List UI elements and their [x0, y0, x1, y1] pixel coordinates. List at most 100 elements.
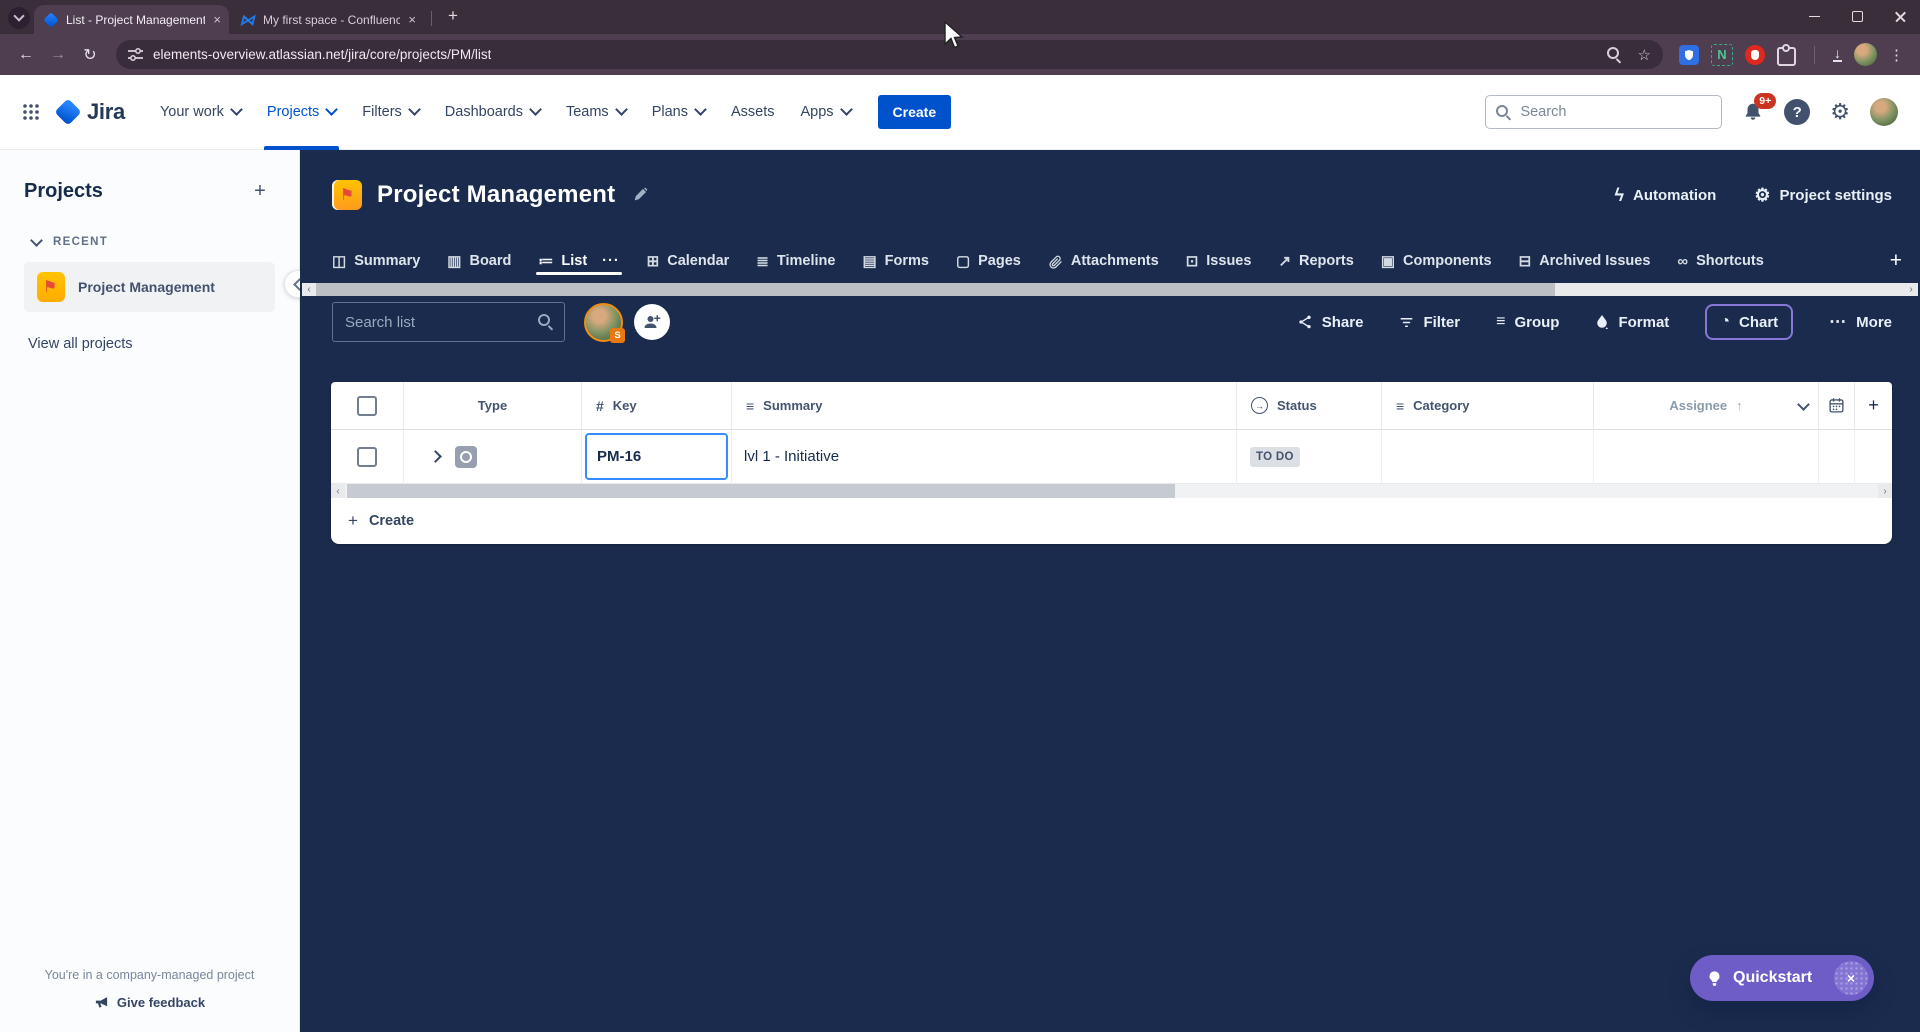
status-badge[interactable]: TO DO: [1250, 447, 1300, 467]
tab-issues[interactable]: ⊡Issues: [1186, 252, 1252, 270]
tab-forms[interactable]: ▤Forms: [862, 252, 929, 270]
app-switcher-icon[interactable]: [22, 103, 40, 121]
notion-extension-icon[interactable]: N: [1711, 44, 1733, 66]
row-status-cell[interactable]: TO DO: [1237, 430, 1382, 484]
search-list-input[interactable]: [332, 302, 565, 342]
tab-reports[interactable]: ↗Reports: [1278, 252, 1353, 270]
forward-icon[interactable]: →: [44, 41, 72, 69]
downloads-icon[interactable]: ↓: [1833, 47, 1842, 62]
back-icon[interactable]: ←: [12, 41, 40, 69]
close-window-icon[interactable]: [1895, 11, 1906, 22]
chevron-down-icon[interactable]: [1797, 398, 1810, 411]
scroll-left-icon[interactable]: ‹: [331, 484, 345, 498]
create-button[interactable]: Create: [878, 95, 952, 129]
browser-profile-avatar[interactable]: [1854, 43, 1877, 66]
row-select-cell[interactable]: [331, 430, 404, 484]
nav-item-apps[interactable]: Apps: [787, 75, 863, 150]
tab-attachments[interactable]: Attachments: [1048, 253, 1159, 269]
select-all-cell[interactable]: [331, 382, 404, 430]
automation-button[interactable]: ϟ Automation: [1614, 185, 1716, 206]
tab-timeline[interactable]: ≣Timeline: [756, 252, 835, 270]
format-button[interactable]: Format: [1595, 314, 1669, 331]
nav-item-teams[interactable]: Teams: [553, 75, 639, 150]
close-quickstart-icon[interactable]: ×: [1834, 961, 1868, 995]
add-column-button[interactable]: +: [1855, 382, 1892, 430]
row-category-cell[interactable]: [1382, 430, 1594, 484]
site-settings-icon[interactable]: [128, 48, 143, 61]
close-tab-icon[interactable]: ×: [213, 12, 221, 27]
group-button[interactable]: ≡ Group: [1496, 313, 1559, 331]
tab-components[interactable]: ▣Components: [1381, 252, 1492, 270]
tab-more-icon[interactable]: ···: [602, 253, 620, 269]
minimize-icon[interactable]: [1809, 16, 1820, 17]
bitwarden-icon[interactable]: [1679, 45, 1699, 65]
jira-logo[interactable]: Jira: [56, 99, 125, 125]
maximize-icon[interactable]: [1852, 11, 1863, 22]
tab-pages[interactable]: ▢Pages: [956, 252, 1021, 270]
browser-tab-confluence[interactable]: ⋈ My first space - Confluence ×: [229, 5, 424, 34]
column-header-key[interactable]: #Key: [582, 382, 732, 430]
row-dates-cell[interactable]: [1819, 430, 1855, 484]
adblock-icon[interactable]: [1745, 45, 1765, 65]
more-button[interactable]: ⋯ More: [1829, 312, 1892, 332]
view-all-projects-link[interactable]: View all projects: [24, 336, 275, 352]
create-issue-button[interactable]: + Create: [331, 498, 1892, 544]
nav-item-projects[interactable]: Projects: [254, 75, 349, 150]
scroll-left-icon[interactable]: ‹: [302, 283, 316, 296]
row-key-cell[interactable]: PM-16: [582, 430, 732, 484]
bookmark-star-icon[interactable]: ☆: [1638, 46, 1651, 64]
scrollbar-thumb[interactable]: [316, 283, 1555, 296]
add-view-tab-button[interactable]: +: [1890, 244, 1902, 278]
add-people-button[interactable]: [634, 304, 670, 340]
zoom-icon[interactable]: [1607, 47, 1622, 62]
row-assignee-cell[interactable]: [1594, 430, 1819, 484]
extensions-puzzle-icon[interactable]: [1777, 47, 1796, 66]
select-all-checkbox[interactable]: [357, 396, 377, 416]
close-tab-icon[interactable]: ×: [408, 12, 416, 27]
global-search-input[interactable]: [1518, 103, 1711, 121]
filter-user-avatar[interactable]: S: [584, 303, 623, 342]
chart-button[interactable]: ◔ Chart: [1705, 304, 1793, 340]
share-button[interactable]: Share: [1297, 314, 1364, 331]
tab-board[interactable]: ▥Board: [447, 252, 511, 270]
browser-tab-jira[interactable]: List - Project Management - Jira ×: [34, 5, 229, 34]
nav-item-your-work[interactable]: Your work: [147, 75, 254, 150]
tab-archived-issues[interactable]: ⊟Archived Issues: [1519, 252, 1651, 270]
sidebar-item-project-management[interactable]: ⚑ Project Management: [24, 262, 275, 312]
notifications-button[interactable]: 9+: [1742, 101, 1764, 123]
column-header-type[interactable]: Type: [404, 382, 582, 430]
nav-item-assets[interactable]: Assets: [718, 75, 788, 150]
column-header-assignee[interactable]: Assignee↑: [1594, 382, 1819, 430]
column-header-category[interactable]: ≡Category: [1382, 382, 1594, 430]
browser-menu-icon[interactable]: ⋮: [1889, 46, 1904, 64]
scrollbar-thumb[interactable]: [347, 484, 1175, 498]
settings-gear-icon[interactable]: ⚙: [1830, 101, 1850, 123]
column-header-status[interactable]: →Status: [1237, 382, 1382, 430]
row-checkbox[interactable]: [357, 447, 377, 467]
address-bar[interactable]: elements-overview.atlassian.net/jira/cor…: [116, 40, 1663, 69]
tab-calendar[interactable]: ⊞Calendar: [647, 252, 730, 270]
column-header-dates[interactable]: [1819, 382, 1855, 430]
tab-summary[interactable]: ◫Summary: [332, 252, 420, 270]
quickstart-button[interactable]: Quickstart ×: [1690, 955, 1874, 1001]
row-summary-cell[interactable]: lvl 1 - Initiative: [732, 430, 1237, 484]
table-horizontal-scrollbar[interactable]: ‹ ›: [331, 484, 1892, 498]
scroll-right-icon[interactable]: ›: [1878, 484, 1892, 498]
nav-item-filters[interactable]: Filters: [349, 75, 431, 150]
rename-pen-icon[interactable]: [632, 187, 648, 203]
nav-item-plans[interactable]: Plans: [639, 75, 718, 150]
tab-list[interactable]: ≔List···: [538, 252, 619, 270]
project-settings-button[interactable]: ⚙ Project settings: [1754, 186, 1892, 204]
give-feedback-button[interactable]: Give feedback: [94, 995, 205, 1010]
column-header-summary[interactable]: ≡Summary: [732, 382, 1237, 430]
new-tab-button[interactable]: +: [441, 6, 465, 26]
reload-icon[interactable]: ↻: [76, 41, 104, 69]
scroll-right-icon[interactable]: ›: [1904, 283, 1918, 296]
nav-item-dashboards[interactable]: Dashboards: [432, 75, 553, 150]
global-search[interactable]: [1485, 95, 1722, 129]
recent-section-header[interactable]: RECENT: [32, 236, 275, 248]
filter-button[interactable]: Filter: [1399, 314, 1460, 331]
row-type-cell[interactable]: [404, 430, 582, 484]
tabs-horizontal-scrollbar[interactable]: ‹ ›: [302, 283, 1918, 296]
selected-cell-outline[interactable]: PM-16: [585, 433, 728, 480]
